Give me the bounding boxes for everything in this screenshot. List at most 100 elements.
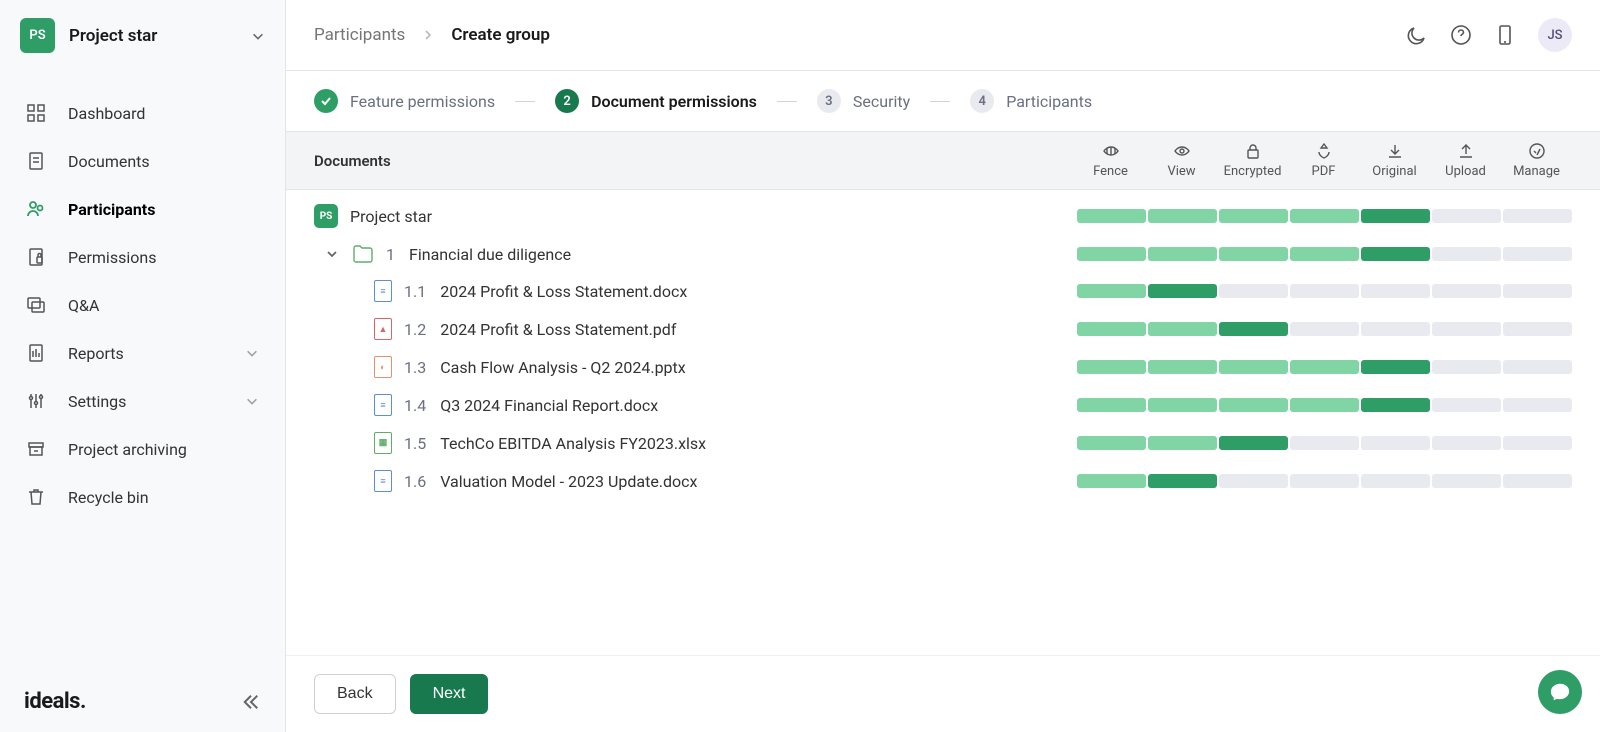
permission-segment[interactable] <box>1361 247 1430 261</box>
permission-segment[interactable] <box>1503 209 1572 223</box>
permission-segment[interactable] <box>1432 360 1501 374</box>
permission-segment[interactable] <box>1290 322 1359 336</box>
permission-segment[interactable] <box>1290 360 1359 374</box>
permission-segment[interactable] <box>1432 436 1501 450</box>
permission-segment[interactable] <box>1148 284 1217 298</box>
column-header-original[interactable]: Original <box>1359 142 1430 179</box>
tree-file-row[interactable]: ≡1.6Valuation Model - 2023 Update.docx <box>286 462 1600 500</box>
permission-segment[interactable] <box>1290 209 1359 223</box>
permission-segment[interactable] <box>1432 247 1501 261</box>
permission-bar[interactable] <box>1077 247 1572 261</box>
sidebar-item-recycle[interactable]: Recycle bin <box>0 473 285 521</box>
permission-segment[interactable] <box>1219 474 1288 488</box>
permission-bar[interactable] <box>1077 322 1572 336</box>
permission-bar[interactable] <box>1077 284 1572 298</box>
chat-support-button[interactable] <box>1538 670 1582 714</box>
permission-segment[interactable] <box>1219 247 1288 261</box>
project-selector[interactable]: PS Project star <box>0 0 285 71</box>
permission-segment[interactable] <box>1503 398 1572 412</box>
permission-bar[interactable] <box>1077 436 1572 450</box>
expand-toggle[interactable] <box>324 246 340 262</box>
permission-segment[interactable] <box>1361 360 1430 374</box>
step-security[interactable]: 3 Security <box>817 89 910 113</box>
permission-segment[interactable] <box>1432 209 1501 223</box>
permission-segment[interactable] <box>1148 360 1217 374</box>
permission-segment[interactable] <box>1503 247 1572 261</box>
column-header-pdf[interactable]: PDF <box>1288 142 1359 179</box>
permission-segment[interactable] <box>1077 209 1146 223</box>
permission-segment[interactable] <box>1503 284 1572 298</box>
column-header-upload[interactable]: Upload <box>1430 142 1501 179</box>
help-button[interactable] <box>1450 24 1472 46</box>
permission-segment[interactable] <box>1290 474 1359 488</box>
permission-segment[interactable] <box>1077 398 1146 412</box>
permission-segment[interactable] <box>1432 284 1501 298</box>
permission-segment[interactable] <box>1432 398 1501 412</box>
device-button[interactable] <box>1494 24 1516 46</box>
tree-file-row[interactable]: ▦1.5TechCo EBITDA Analysis FY2023.xlsx <box>286 424 1600 462</box>
tree-file-row[interactable]: ≡1.12024 Profit & Loss Statement.docx <box>286 272 1600 310</box>
permission-bar[interactable] <box>1077 474 1572 488</box>
permission-segment[interactable] <box>1290 284 1359 298</box>
step-feature-permissions[interactable]: Feature permissions <box>314 89 495 113</box>
breadcrumb-parent[interactable]: Participants <box>314 25 405 45</box>
permission-segment[interactable] <box>1148 247 1217 261</box>
tree-file-row[interactable]: ◐1.3Cash Flow Analysis - Q2 2024.pptx <box>286 348 1600 386</box>
column-header-view[interactable]: View <box>1146 142 1217 179</box>
permission-segment[interactable] <box>1361 209 1430 223</box>
next-button[interactable]: Next <box>410 674 489 714</box>
permission-segment[interactable] <box>1219 209 1288 223</box>
permission-segment[interactable] <box>1219 436 1288 450</box>
step-participants[interactable]: 4 Participants <box>970 89 1092 113</box>
step-document-permissions[interactable]: 2 Document permissions <box>555 89 757 113</box>
permission-segment[interactable] <box>1290 398 1359 412</box>
sidebar-item-dashboard[interactable]: Dashboard <box>0 89 285 137</box>
permission-segment[interactable] <box>1219 322 1288 336</box>
permission-segment[interactable] <box>1503 474 1572 488</box>
permission-segment[interactable] <box>1503 360 1572 374</box>
tree-file-row[interactable]: ▲1.22024 Profit & Loss Statement.pdf <box>286 310 1600 348</box>
sidebar-item-archiving[interactable]: Project archiving <box>0 425 285 473</box>
permission-segment[interactable] <box>1219 284 1288 298</box>
permission-bar[interactable] <box>1077 360 1572 374</box>
permission-segment[interactable] <box>1503 322 1572 336</box>
column-header-manage[interactable]: Manage <box>1501 142 1572 179</box>
permission-segment[interactable] <box>1077 247 1146 261</box>
permission-bar[interactable] <box>1077 209 1572 223</box>
permission-segment[interactable] <box>1432 474 1501 488</box>
permission-segment[interactable] <box>1219 398 1288 412</box>
permission-segment[interactable] <box>1148 436 1217 450</box>
tree-folder-row[interactable]: 1 Financial due diligence <box>286 236 1600 272</box>
sidebar-item-documents[interactable]: Documents <box>0 137 285 185</box>
permission-segment[interactable] <box>1077 474 1146 488</box>
tree-root-row[interactable]: PS Project star <box>286 196 1600 236</box>
permission-segment[interactable] <box>1361 284 1430 298</box>
permission-bar[interactable] <box>1077 398 1572 412</box>
theme-toggle[interactable] <box>1406 24 1428 46</box>
permission-segment[interactable] <box>1361 436 1430 450</box>
permission-segment[interactable] <box>1219 360 1288 374</box>
sidebar-item-reports[interactable]: Reports <box>0 329 285 377</box>
user-avatar[interactable]: JS <box>1538 18 1572 52</box>
permission-segment[interactable] <box>1290 247 1359 261</box>
permission-segment[interactable] <box>1361 474 1430 488</box>
column-header-fence[interactable]: Fence <box>1075 142 1146 179</box>
permission-segment[interactable] <box>1077 360 1146 374</box>
sidebar-item-participants[interactable]: Participants <box>0 185 285 233</box>
sidebar-item-settings[interactable]: Settings <box>0 377 285 425</box>
sidebar-item-permissions[interactable]: Permissions <box>0 233 285 281</box>
permission-segment[interactable] <box>1432 322 1501 336</box>
permission-segment[interactable] <box>1503 436 1572 450</box>
permission-segment[interactable] <box>1148 398 1217 412</box>
permission-segment[interactable] <box>1148 474 1217 488</box>
permission-segment[interactable] <box>1077 322 1146 336</box>
permission-segment[interactable] <box>1148 209 1217 223</box>
permission-segment[interactable] <box>1290 436 1359 450</box>
collapse-sidebar-button[interactable] <box>241 692 261 712</box>
sidebar-item-qa[interactable]: Q&A <box>0 281 285 329</box>
tree-file-row[interactable]: ≡1.4Q3 2024 Financial Report.docx <box>286 386 1600 424</box>
column-header-encrypted[interactable]: Encrypted <box>1217 142 1288 179</box>
permission-segment[interactable] <box>1148 322 1217 336</box>
permission-segment[interactable] <box>1077 436 1146 450</box>
permission-segment[interactable] <box>1361 398 1430 412</box>
